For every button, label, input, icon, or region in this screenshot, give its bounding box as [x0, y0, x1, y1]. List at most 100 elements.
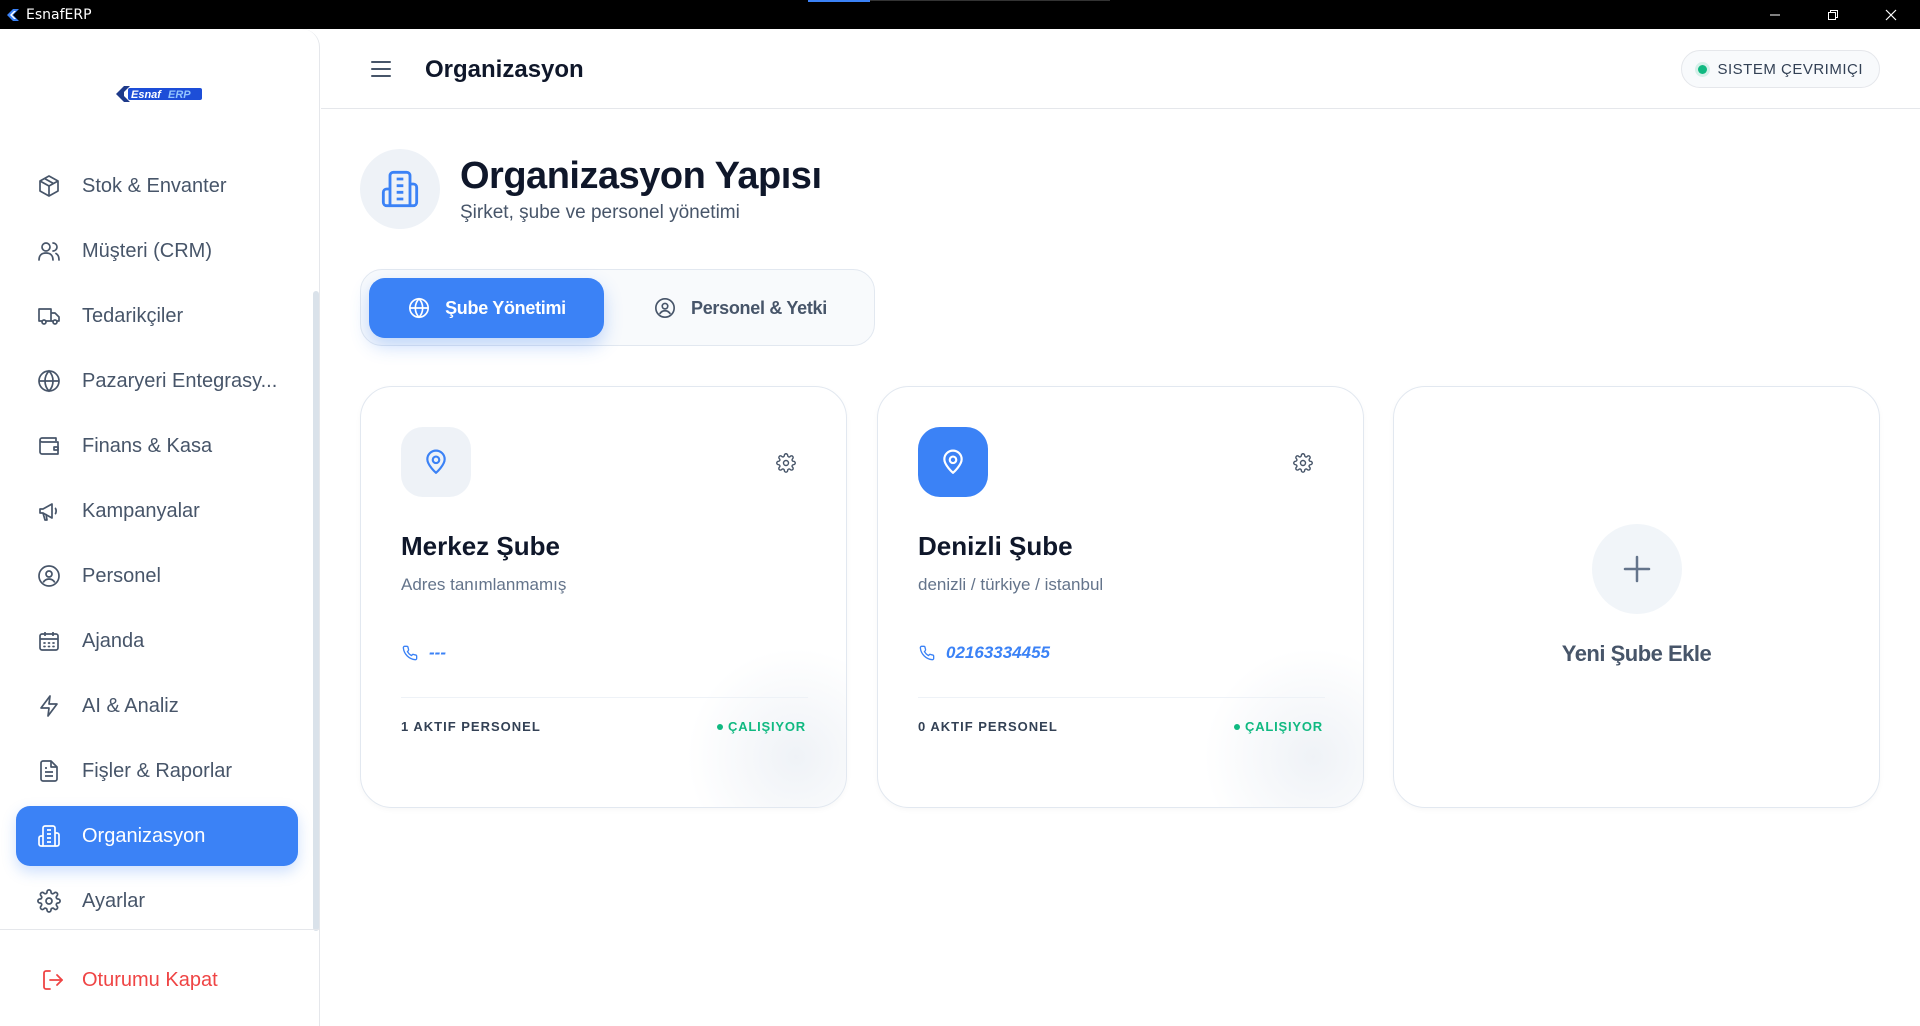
sidebar-item-ajanda[interactable]: Ajanda — [16, 611, 298, 671]
status-dot — [717, 723, 724, 730]
close-button[interactable] — [1862, 0, 1920, 29]
active-staff-count: 0 AKTIF PERSONEL — [918, 719, 1058, 734]
menu-icon[interactable] — [369, 57, 393, 81]
user-circle-icon — [36, 563, 62, 589]
building-icon — [360, 149, 440, 229]
box-icon — [36, 173, 62, 199]
file-text-icon — [36, 758, 62, 784]
card-divider — [918, 697, 1325, 698]
minimize-button[interactable] — [1746, 0, 1804, 29]
sidebar-item-ai-analiz[interactable]: AI & Analiz — [16, 676, 298, 736]
branch-status: ÇALIŞIYOR — [1234, 719, 1323, 734]
building-icon — [36, 823, 62, 849]
branch-address: Adres tanımlanmamış — [401, 575, 567, 594]
branch-card[interactable]: Merkez Şube Adres tanımlanmamış --- 1 AK… — [360, 386, 847, 808]
branch-settings-button[interactable] — [1291, 451, 1315, 475]
tab-label: Şube Yönetimi — [445, 297, 566, 318]
map-pin-icon — [401, 427, 471, 497]
sidebar-item-label: Ajanda — [82, 629, 145, 652]
zap-icon — [36, 693, 62, 719]
tab-sube-yonetimi[interactable]: Şube Yönetimi — [369, 278, 604, 338]
sidebar-nav: Stok & Envanter Müşteri (CRM) Tedarikçil… — [16, 156, 298, 936]
phone-number: 02163334455 — [946, 643, 1051, 662]
sidebar: Esnaf ERP Stok & Envanter Müşteri (CRM) … — [0, 29, 320, 1026]
globe-icon — [407, 296, 431, 320]
sidebar-item-label: Müşteri (CRM) — [82, 239, 212, 262]
brand-logo[interactable]: Esnaf ERP — [114, 79, 206, 109]
sidebar-item-label: Organizasyon — [82, 824, 206, 847]
tab-personel-yetki[interactable]: Personel & Yetki — [611, 278, 869, 338]
restore-button[interactable] — [1804, 0, 1862, 29]
tab-label: Personel & Yetki — [691, 297, 827, 318]
titlebar-accent — [808, 0, 870, 2]
sidebar-item-tedarikciler[interactable]: Tedarikçiler — [16, 286, 298, 346]
add-branch-card[interactable]: Yeni Şube Ekle — [1393, 386, 1880, 808]
sidebar-item-label: Kampanyalar — [82, 499, 200, 522]
add-branch-label: Yeni Şube Ekle — [1561, 641, 1712, 666]
restore-icon — [1828, 9, 1838, 20]
user-circle-icon — [653, 296, 677, 320]
sidebar-item-label: Personel — [82, 564, 161, 587]
sidebar-item-organizasyon[interactable]: Organizasyon — [16, 806, 298, 866]
sidebar-item-personel[interactable]: Personel — [16, 546, 298, 606]
map-pin-icon — [918, 427, 988, 497]
gear-icon — [36, 888, 62, 914]
plus-icon — [1592, 524, 1682, 614]
wallet-icon — [36, 433, 62, 459]
active-staff-count: 1 AKTIF PERSONEL — [401, 719, 541, 734]
gear-icon — [776, 453, 796, 473]
status-dot — [1698, 64, 1708, 74]
megaphone-icon — [36, 498, 62, 524]
page-subtitle: Şirket, şube ve personel yönetimi — [460, 202, 740, 223]
branch-settings-button[interactable] — [774, 451, 798, 475]
sidebar-item-ayarlar[interactable]: Ayarlar — [16, 871, 298, 931]
top-header: Organizasyon SISTEM ÇEVRIMIÇI — [321, 29, 1920, 109]
minimize-icon — [1770, 14, 1780, 15]
branch-card[interactable]: Denizli Şube denizli / türkiye / istanbu… — [877, 386, 1364, 808]
page-title: Organizasyon Yapısı — [460, 155, 822, 197]
system-status-badge: SISTEM ÇEVRIMIÇI — [1681, 50, 1880, 88]
status-label: ÇALIŞIYOR — [1245, 719, 1323, 734]
branch-phone[interactable]: 02163334455 — [918, 643, 1050, 663]
phone-number: --- — [429, 643, 446, 662]
sidebar-item-label: Finans & Kasa — [82, 434, 213, 457]
logo-text-a: Esnaf — [131, 89, 162, 101]
logout-label: Oturumu Kapat — [82, 968, 218, 991]
sidebar-item-kampanyalar[interactable]: Kampanyalar — [16, 481, 298, 541]
status-label: ÇALIŞIYOR — [728, 719, 806, 734]
phone-icon — [918, 644, 936, 662]
branch-phone[interactable]: --- — [401, 643, 446, 663]
sidebar-scrollbar[interactable] — [313, 291, 319, 931]
branch-status: ÇALIŞIYOR — [717, 719, 806, 734]
logout-icon — [40, 967, 66, 993]
status-text: SISTEM ÇEVRIMIÇI — [1717, 60, 1863, 78]
card-divider — [401, 697, 808, 698]
calendar-icon — [36, 628, 62, 654]
branch-name: Denizli Şube — [918, 531, 1073, 561]
app-logo-icon — [4, 6, 22, 24]
sidebar-item-stok[interactable]: Stok & Envanter — [16, 156, 298, 216]
sidebar-item-label: Ayarlar — [82, 889, 145, 912]
branch-address: denizli / türkiye / istanbul — [918, 575, 1104, 594]
logo-text-b: ERP — [168, 89, 191, 101]
close-icon — [1885, 9, 1897, 20]
truck-icon — [36, 303, 62, 329]
users-icon — [36, 238, 62, 264]
tab-bar: Şube Yönetimi Personel & Yetki — [360, 269, 875, 346]
sidebar-item-finans[interactable]: Finans & Kasa — [16, 416, 298, 476]
header-title: Organizasyon — [425, 56, 584, 83]
window-title: EsnafERP — [26, 6, 92, 23]
sidebar-divider — [0, 929, 320, 930]
logout-button[interactable]: Oturumu Kapat — [40, 967, 218, 993]
sidebar-item-musteri[interactable]: Müşteri (CRM) — [16, 221, 298, 281]
branch-name: Merkez Şube — [401, 531, 560, 561]
sidebar-item-pazaryeri[interactable]: Pazaryeri Entegrasy... — [16, 351, 298, 411]
phone-icon — [401, 644, 419, 662]
titlebar-line — [870, 0, 1110, 1]
sidebar-item-label: AI & Analiz — [82, 694, 179, 717]
sidebar-item-fisler[interactable]: Fişler & Raporlar — [16, 741, 298, 801]
gear-icon — [1293, 453, 1313, 473]
sidebar-item-label: Stok & Envanter — [82, 174, 227, 197]
window-titlebar: EsnafERP — [0, 0, 1920, 29]
globe-icon — [36, 368, 62, 394]
